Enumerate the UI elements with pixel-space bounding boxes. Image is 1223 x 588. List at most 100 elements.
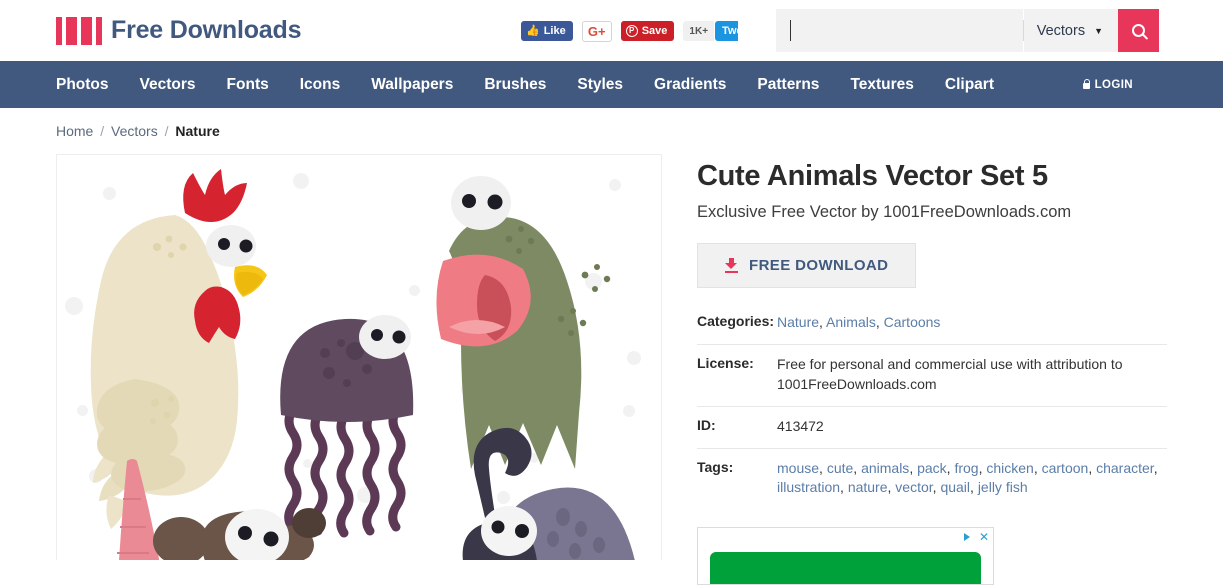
pinterest-p-icon: P bbox=[625, 25, 638, 37]
download-icon bbox=[725, 258, 738, 273]
tag-link[interactable]: illustration bbox=[777, 479, 840, 495]
comma: , bbox=[819, 314, 827, 330]
meta-value-license: Free for personal and commercial use wit… bbox=[777, 355, 1123, 392]
comma: , bbox=[853, 459, 862, 476]
nav-item-styles[interactable]: Styles bbox=[577, 76, 623, 94]
page-title: Cute Animals Vector Set 5 bbox=[697, 160, 1048, 192]
login-button[interactable]: LOGIN bbox=[1082, 78, 1133, 91]
ad-controls: ✕ bbox=[963, 531, 989, 543]
cute-animals-illustration bbox=[90, 169, 635, 560]
nav-item-fonts[interactable]: Fonts bbox=[227, 76, 269, 94]
logo-text: Free Downloads bbox=[111, 16, 302, 44]
breadcrumb: Home / Vectors / Nature bbox=[56, 123, 220, 139]
meta-row-categories: Categories: Nature, Animals, Cartoons bbox=[697, 311, 1167, 345]
comma: , bbox=[819, 459, 827, 476]
category-link[interactable]: Cartoons bbox=[884, 314, 941, 330]
tag-link[interactable]: nature bbox=[848, 479, 888, 495]
tag-link[interactable]: cartoon bbox=[1042, 460, 1089, 476]
facebook-like-label: Like bbox=[543, 25, 566, 37]
meta-row-license: License: Free for personal and commercia… bbox=[697, 345, 1167, 407]
meta-row-tags: Tags: mouse, cute, animals, pack, frog, … bbox=[697, 449, 1167, 510]
main-navigation: Photos Vectors Fonts Icons Wallpapers Br… bbox=[0, 61, 1223, 108]
lock-icon bbox=[1082, 78, 1090, 89]
close-icon[interactable]: ✕ bbox=[979, 531, 989, 543]
meta-key-id: ID: bbox=[697, 416, 716, 433]
breadcrumb-bar: Home / Vectors / Nature bbox=[0, 108, 1223, 154]
login-label: LOGIN bbox=[1094, 78, 1133, 91]
tag-link[interactable]: quail bbox=[940, 479, 970, 495]
meta-value-categories: Nature, Animals, Cartoons bbox=[777, 313, 1167, 333]
page-subtitle: Exclusive Free Vector by 1001FreeDownloa… bbox=[697, 203, 1072, 221]
nav-item-gradients[interactable]: Gradients bbox=[654, 76, 726, 94]
comma: , bbox=[1088, 459, 1097, 476]
nav-item-patterns[interactable]: Patterns bbox=[757, 76, 819, 94]
comma: , bbox=[840, 479, 848, 496]
meta-value-tags: mouse, cute, animals, pack, frog, chicke… bbox=[777, 459, 1167, 499]
tag-link[interactable]: vector bbox=[895, 479, 932, 495]
category-link[interactable]: Animals bbox=[826, 314, 876, 330]
comma: , bbox=[909, 459, 918, 476]
meta-value-id: 413472 bbox=[777, 417, 824, 434]
logo-bars-icon bbox=[56, 16, 102, 45]
pinterest-save-button[interactable]: P Save bbox=[620, 21, 675, 41]
pinterest-save-label: Save bbox=[641, 25, 668, 37]
nav-item-icons[interactable]: Icons bbox=[300, 76, 340, 94]
search-submit-button[interactable] bbox=[1118, 9, 1159, 52]
nav-item-wallpapers[interactable]: Wallpapers bbox=[371, 76, 453, 94]
search-field-wrap[interactable] bbox=[776, 9, 1023, 52]
quail-illustration bbox=[462, 427, 635, 560]
tag-link[interactable]: pack bbox=[917, 460, 947, 476]
nav-item-vectors[interactable]: Vectors bbox=[140, 76, 196, 94]
googleplus-label: G+ bbox=[587, 23, 606, 39]
meta-key-license: License: bbox=[697, 354, 754, 371]
tag-link[interactable]: frog bbox=[954, 460, 978, 476]
breadcrumb-separator-2: / bbox=[164, 123, 169, 139]
nav-item-textures[interactable]: Textures bbox=[850, 76, 913, 94]
social-share-buttons: 👍 Like G+ P Save 1K+ Tweet bbox=[521, 20, 739, 42]
tag-link[interactable]: animals bbox=[861, 460, 909, 476]
nav-item-clipart[interactable]: Clipart bbox=[945, 76, 994, 94]
artwork-preview[interactable] bbox=[56, 154, 662, 560]
comma: , bbox=[1033, 459, 1042, 476]
advertisement-banner[interactable]: ✕ bbox=[697, 527, 994, 586]
tag-link[interactable]: mouse bbox=[777, 460, 819, 476]
category-link[interactable]: Nature bbox=[777, 314, 819, 330]
breadcrumb-current: Nature bbox=[175, 123, 220, 139]
search-category-dropdown[interactable]: Vectors ▼ bbox=[1023, 9, 1118, 52]
search-icon bbox=[1132, 24, 1145, 37]
main-content: Cute Animals Vector Set 5 Exclusive Free… bbox=[0, 154, 1223, 586]
twitter-share-group[interactable]: 1K+ Tweet bbox=[683, 21, 739, 41]
tweet-button-label[interactable]: Tweet bbox=[715, 21, 739, 41]
comma: , bbox=[875, 314, 884, 330]
breadcrumb-separator-1: / bbox=[100, 123, 105, 139]
search-bar: Vectors ▼ bbox=[776, 9, 1159, 52]
tag-link[interactable]: character bbox=[1096, 460, 1154, 476]
tag-link[interactable]: jelly fish bbox=[978, 479, 1028, 495]
jellyfish-illustration bbox=[280, 315, 414, 538]
nav-item-brushes[interactable]: Brushes bbox=[484, 76, 546, 94]
site-logo[interactable]: Free Downloads bbox=[56, 16, 301, 45]
free-download-button[interactable]: FREE DOWNLOAD bbox=[697, 243, 917, 288]
meta-key-tags: Tags: bbox=[697, 458, 734, 475]
meta-key-categories: Categories: bbox=[697, 313, 775, 329]
item-details: Cute Animals Vector Set 5 Exclusive Free… bbox=[697, 154, 1167, 586]
meta-row-id: ID: 413472 bbox=[697, 407, 1167, 449]
nav-item-photos[interactable]: Photos bbox=[56, 76, 109, 94]
thumbs-up-icon: 👍 bbox=[526, 24, 540, 37]
facebook-like-button[interactable]: 👍 Like bbox=[521, 21, 573, 41]
adchoices-icon[interactable] bbox=[963, 532, 974, 543]
mouse-illustration bbox=[153, 508, 326, 560]
ad-banner-graphic bbox=[710, 552, 981, 585]
tag-link[interactable]: cute bbox=[827, 460, 853, 476]
metadata-table: Categories: Nature, Animals, Cartoons Li… bbox=[697, 311, 1167, 509]
tweet-count: 1K+ bbox=[683, 21, 715, 41]
tag-link[interactable]: chicken bbox=[986, 460, 1033, 476]
free-download-label: FREE DOWNLOAD bbox=[749, 257, 889, 274]
breadcrumb-home[interactable]: Home bbox=[56, 123, 93, 139]
text-caret bbox=[790, 20, 791, 41]
breadcrumb-section[interactable]: Vectors bbox=[111, 123, 158, 139]
search-category-label: Vectors bbox=[1036, 22, 1086, 39]
search-input[interactable] bbox=[788, 21, 1023, 40]
googleplus-share-button[interactable]: G+ bbox=[581, 20, 612, 42]
chevron-down-icon: ▼ bbox=[1094, 25, 1103, 36]
